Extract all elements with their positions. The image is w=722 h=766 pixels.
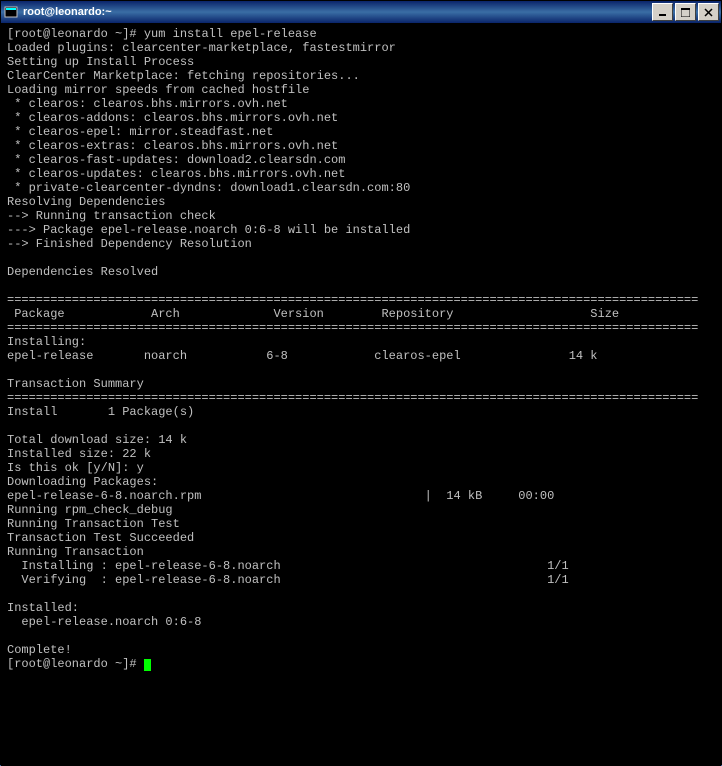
rpm-line: epel-release-6-8.noarch.rpm | 14 kB 00:0… (7, 489, 554, 503)
output-line: * clearos-epel: mirror.steadfast.net (7, 125, 273, 139)
output-line: ClearCenter Marketplace: fetching reposi… (7, 69, 360, 83)
output-line: Running Transaction (7, 545, 144, 559)
output-line: ---> Package epel-release.noarch 0:6-8 w… (7, 223, 410, 237)
prompt: [root@leonardo ~]# (7, 657, 144, 671)
output-line: Loaded plugins: clearcenter-marketplace,… (7, 41, 396, 55)
output-line: Resolving Dependencies (7, 195, 165, 209)
output-line: Running Transaction Test (7, 517, 180, 531)
output-line: * clearos-addons: clearos.bhs.mirrors.ov… (7, 111, 338, 125)
minimize-button[interactable] (652, 3, 673, 21)
terminal-window: root@leonardo:~ [root@leonardo ~]# yum i… (0, 0, 722, 765)
installed-size: Installed size: 22 k (7, 447, 151, 461)
separator: ========================================… (7, 391, 698, 405)
downloading: Downloading Packages: (7, 475, 158, 489)
output-line: Setting up Install Process (7, 55, 194, 69)
installed-pkg: epel-release.noarch 0:6-8 (7, 615, 201, 629)
install-count: Install 1 Package(s) (7, 405, 194, 419)
output-line: Dependencies Resolved (7, 265, 158, 279)
output-line: * clearos-updates: clearos.bhs.mirrors.o… (7, 167, 345, 181)
download-size: Total download size: 14 k (7, 433, 187, 447)
separator: ========================================… (7, 321, 698, 335)
confirm-answer: y (137, 461, 144, 475)
table-header: Package Arch Version Repository Size (7, 307, 619, 321)
titlebar[interactable]: root@leonardo:~ (1, 1, 721, 23)
output-line: * clearos-fast-updates: download2.clears… (7, 153, 345, 167)
close-button[interactable] (698, 3, 719, 21)
prompt: [root@leonardo ~]# (7, 27, 144, 41)
cursor (144, 659, 151, 671)
output-line: Installing : epel-release-6-8.noarch 1/1 (7, 559, 569, 573)
terminal-content[interactable]: [root@leonardo ~]# yum install epel-rele… (1, 23, 721, 766)
output-line: Running rpm_check_debug (7, 503, 173, 517)
installed-label: Installed: (7, 601, 79, 615)
output-line: * private-clearcenter-dyndns: download1.… (7, 181, 410, 195)
installing-label: Installing: (7, 335, 86, 349)
output-line: Loading mirror speeds from cached hostfi… (7, 83, 309, 97)
separator: ========================================… (7, 293, 698, 307)
window-controls (652, 3, 719, 21)
output-line: Transaction Test Succeeded (7, 531, 194, 545)
confirm-prompt: Is this ok [y/N]: (7, 461, 137, 475)
output-line: --> Running transaction check (7, 209, 216, 223)
app-icon (3, 4, 19, 20)
package-row: epel-release noarch 6-8 clearos-epel 14 … (7, 349, 598, 363)
output-line: * clearos-extras: clearos.bhs.mirrors.ov… (7, 139, 338, 153)
maximize-button[interactable] (675, 3, 696, 21)
complete: Complete! (7, 643, 72, 657)
window-title: root@leonardo:~ (23, 6, 652, 18)
output-line: Verifying : epel-release-6-8.noarch 1/1 (7, 573, 569, 587)
command: yum install epel-release (144, 27, 317, 41)
output-line: * clearos: clearos.bhs.mirrors.ovh.net (7, 97, 288, 111)
output-line: --> Finished Dependency Resolution (7, 237, 252, 251)
summary-label: Transaction Summary (7, 377, 144, 391)
